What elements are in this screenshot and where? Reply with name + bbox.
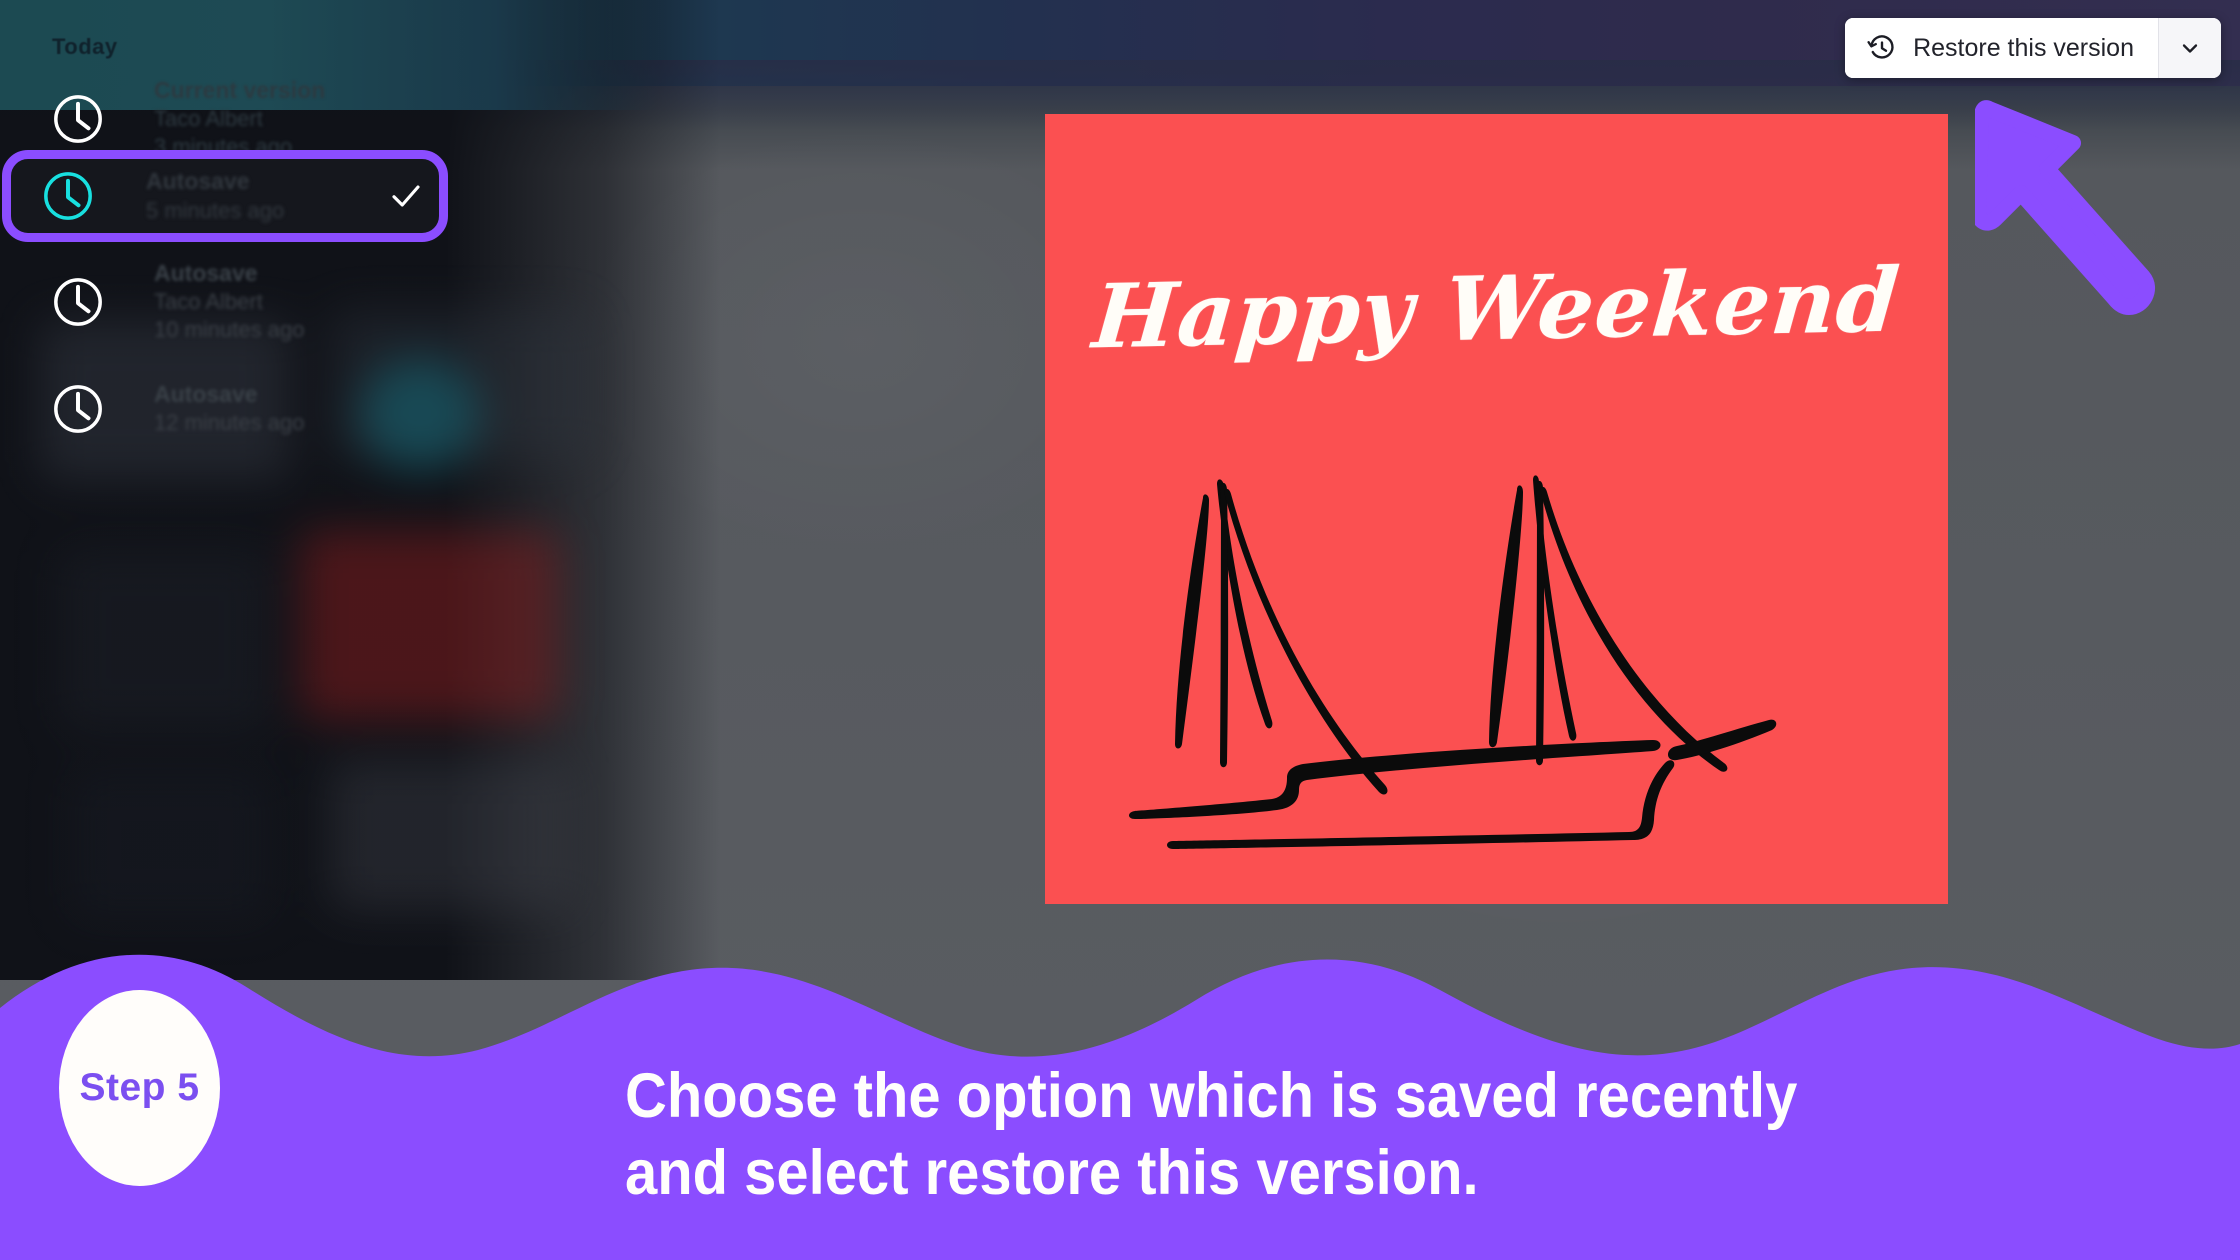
version-item-text: Autosave 5 minutes ago [146,167,284,225]
version-title: Autosave [154,381,258,408]
version-history-panel: Today Current version Taco Albert 3 minu… [0,0,720,980]
check-icon [392,185,420,207]
poster-heading: Happy Weekend [1089,247,1904,369]
step-badge: Step 5 [59,990,220,1186]
panel-section-label: Today [52,34,118,59]
restore-this-version-button[interactable]: Restore this version [1845,18,2158,78]
instruction-band: Step 5 Choose the option which is saved … [0,910,2240,1260]
version-item-autosave-12[interactable]: Autosave 12 minutes ago [0,350,660,468]
restore-button-label: Restore this version [1913,33,2134,62]
version-title: Autosave [154,260,258,287]
screenshot-root: Happy Weekend Today Current version Taco… [0,0,2240,1260]
version-title: Autosave [146,167,250,194]
design-canvas-poster[interactable]: Happy Weekend [1045,114,1948,904]
version-item-text: Autosave Taco Albert 10 minutes ago [154,259,304,345]
chevron-down-icon [2182,44,2198,53]
step-badge-label: Step 5 [79,1066,200,1109]
clock-icon [54,278,102,326]
clock-icon [54,385,102,433]
version-item-text: Autosave 12 minutes ago [154,380,304,437]
clock-icon [44,172,92,220]
instruction-caption: Choose the option which is saved recentl… [625,1058,2023,1212]
version-time: 10 minutes ago [154,317,305,343]
clock-icon [54,95,102,143]
sailboat-illustration [1129,475,1777,849]
caption-line-2: and select restore this version. [625,1138,1479,1209]
history-restore-icon [1867,35,1894,59]
caption-line-1: Choose the option which is saved recentl… [625,1061,1798,1132]
version-author: Taco Albert [154,105,263,131]
restore-dropdown-button[interactable] [2159,18,2221,78]
version-title: Current version [154,77,326,104]
version-time: 12 minutes ago [154,410,305,436]
version-item-autosave-5-selected[interactable]: Autosave 5 minutes ago [0,150,450,242]
version-author: Taco Albert [154,288,263,314]
restore-version-button-group[interactable]: Restore this version [1845,18,2221,78]
arrow-pointer-up-left-icon [1975,100,2155,315]
version-item-autosave-10[interactable]: Autosave Taco Albert 10 minutes ago [0,243,660,361]
version-time: 5 minutes ago [146,197,285,223]
